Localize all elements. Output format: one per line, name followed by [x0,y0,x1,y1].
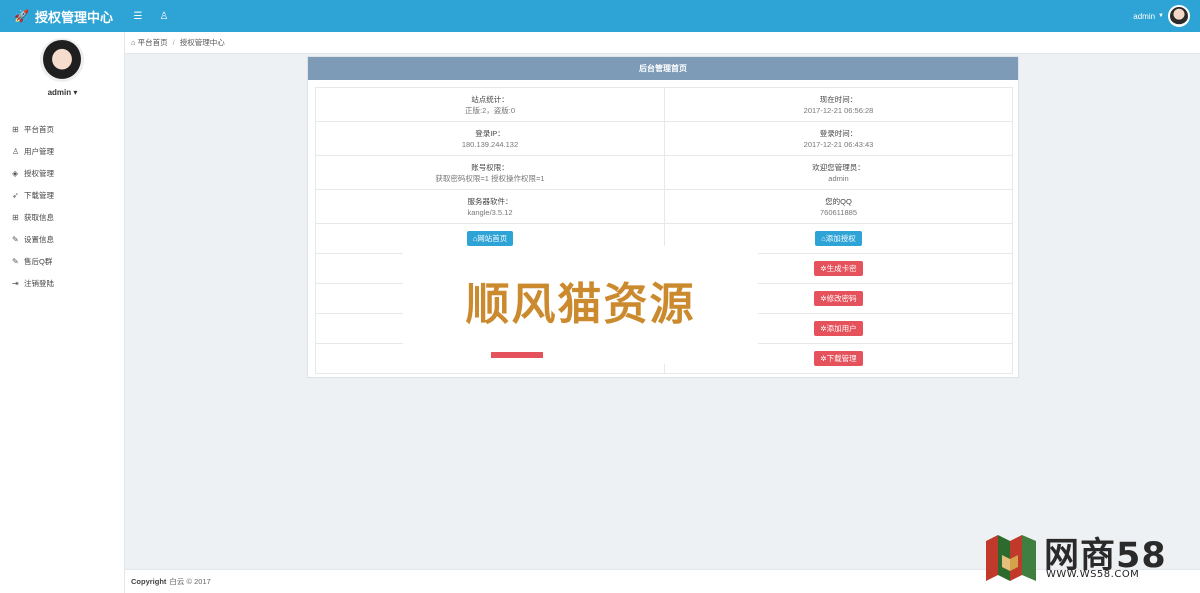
sidebar: admin ▾ ⊞ 平台首页 ♙ 用户管理 ◈ 授权管理 ➶ 下载管理 ⊞ 获取信息 ✎ 设… [0,32,125,593]
cell-label: 服务器软件： [467,196,513,206]
login-time-cell: 登录时间： 2017-12-21 06:43:43 [664,122,1012,155]
rocket-icon: 🚀 [14,9,29,23]
edit-icon: ✎ [12,256,19,266]
top-username[interactable]: admin [1133,12,1155,21]
cell-value: 180.139.244.132 [461,139,519,149]
breadcrumb: ⌂ 平台首页 / 授权管理中心 [125,32,1200,54]
breadcrumb-current: 授权管理中心 [179,38,225,47]
login-ip-cell: 登录IP： 180.139.244.132 [316,122,664,155]
cell-value: 2017-12-21 06:56:28 [803,105,874,115]
sidebar-username[interactable]: admin ▾ [0,88,125,97]
button-label: 生成卡密 [826,264,857,273]
sidebar-item-support[interactable]: ✎ 售后Q群 [0,250,125,272]
admin-welcome-cell: 欢迎您管理员： admin [664,156,1012,189]
permissions-cell: 账号权限： 获取密码权限=1 授权操作权限=1 [316,156,664,189]
sidebar-item-settings[interactable]: ✎ 设置信息 [0,228,125,250]
footer-text: 白云 © 2017 [169,577,211,586]
sidebar-item-label: 设置信息 [24,234,54,244]
site-home-button[interactable]: ⌂网站首页 [466,231,514,246]
cell-label: 站点统计： [471,94,509,104]
sidebar-item-label: 平台首页 [24,124,54,134]
grid-icon: ⊞ [12,124,19,134]
sidebar-avatar [40,38,84,82]
sidebar-item-label: 售后Q群 [24,256,53,266]
button-label: 网站首页 [477,234,508,243]
table-row: 账号权限： 获取密码权限=1 授权操作权限=1 欢迎您管理员： admin [316,156,1012,190]
download-manage-button[interactable]: ✲下载管理 [814,351,863,366]
cell-label: 账号权限： [471,162,509,172]
sidebar-item-label: 获取信息 [24,212,54,222]
cell-label: 登录时间： [819,128,858,138]
brand[interactable]: 🚀 授权管理中心 [0,7,125,26]
grid-icon: ⊞ [12,212,19,222]
sidebar-username-text[interactable]: admin [48,88,72,97]
table-row: 登录IP： 180.139.244.132 登录时间： 2017-12-21 06:… [316,122,1012,156]
user-icon[interactable]: ♙ [151,11,177,22]
panel-title: 后台管理首页 [308,57,1018,80]
generate-card-button[interactable]: ✲生成卡密 [814,261,863,276]
cell-label: 现在时间： [819,94,858,104]
caret-down-icon: ▼ [1158,13,1164,19]
sidebar-menu: ⊞ 平台首页 ♙ 用户管理 ◈ 授权管理 ➶ 下载管理 ⊞ 获取信息 ✎ 设置信息 ✎ 售后Q… [0,118,125,294]
watermark-overlay: 顺风猫资源 [403,246,758,364]
logo-url: WWW.WS58.COM [1046,569,1140,580]
top-navbar: 🚀 授权管理中心 ☰ ♙ admin ▼ [0,0,1200,32]
current-time-cell: 现在时间： 2017-12-21 06:56:28 [664,88,1012,121]
sidebar-item-download[interactable]: ➶ 下载管理 [0,184,125,206]
edit-icon: ✎ [12,234,19,244]
button-label: 添加授权 [825,234,856,243]
sidebar-item-home[interactable]: ⊞ 平台首页 [0,118,125,140]
cell-value: 获取密码权限=1 授权操作权限=1 [435,173,545,183]
hidden-red-button-edge [491,352,543,358]
cell-label: 您的QQ [825,196,852,206]
ws58-logo: 网商58 WWW.WS58.COM [982,527,1187,587]
site-stats-cell: 站点统计： 正版:2，盗版:0 [316,88,664,121]
change-password-button[interactable]: ✲修改密码 [814,291,863,306]
sidebar-item-label: 下载管理 [24,190,54,200]
layers-icon: ◈ [12,168,19,178]
sidebar-item-label: 用户管理 [24,146,54,156]
rocket-icon: ➶ [12,190,19,200]
sidebar-item-label: 注销登陆 [24,278,54,288]
add-user-button[interactable]: ✲添加用户 [814,321,863,336]
caret-down-icon: ▾ [73,88,78,97]
breadcrumb-separator: / [172,38,175,47]
cell-value: 2017-12-21 06:43:43 [803,139,874,149]
user-icon: ♙ [12,146,20,156]
avatar[interactable] [1168,5,1190,27]
server-software-cell: 服务器软件： kangle/3.5.12 [316,190,664,223]
button-label: 修改密码 [826,294,857,303]
cell-value: 正版:2，盗版:0 [464,105,515,115]
cell-label: 欢迎您管理员： [812,162,865,172]
sidebar-item-info[interactable]: ⊞ 获取信息 [0,206,125,228]
add-auth-button[interactable]: ⌂添加授权 [815,231,862,246]
footer-copyright: Copyright [131,577,167,586]
watermark-text: 顺风猫资源 [465,279,696,330]
button-label: 下载管理 [826,354,857,363]
button-label: 添加用户 [826,324,857,333]
table-row: 服务器软件： kangle/3.5.12 您的QQ 760611885 [316,190,1012,224]
sidebar-item-users[interactable]: ♙ 用户管理 [0,140,125,162]
cell-value: kangle/3.5.12 [467,207,513,217]
app-title: 授权管理中心 [34,9,113,25]
table-row: 站点统计： 正版:2，盗版:0 现在时间： 2017-12-21 06:56:28 [316,88,1012,122]
cell-value: admin [828,173,849,183]
sidebar-item-label: 授权管理 [24,168,54,178]
home-icon: ⌂ [131,38,138,47]
cube-logo-icon [986,535,1036,581]
menu-toggle-icon[interactable]: ☰ [125,11,151,22]
qq-cell: 您的QQ 760611885 [664,190,1012,223]
breadcrumb-home[interactable]: 平台首页 [138,37,168,48]
sidebar-item-logout[interactable]: ⇥ 注销登陆 [0,272,125,294]
cell-label: 登录IP： [475,128,505,138]
cell-value: 760611885 [820,207,857,217]
sidebar-item-auth[interactable]: ◈ 授权管理 [0,162,125,184]
user-menu[interactable]: admin ▼ [1133,5,1200,27]
logout-icon: ⇥ [12,278,19,288]
